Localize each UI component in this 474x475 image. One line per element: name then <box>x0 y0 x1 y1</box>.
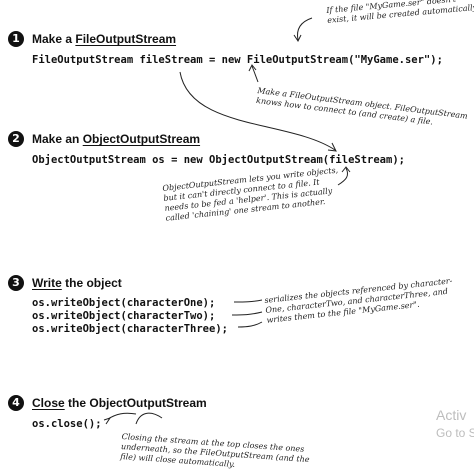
watermark-line-2: Go to S <box>436 426 474 440</box>
arrow-serialize-2 <box>231 311 263 316</box>
step-2-title: Make an ObjectOutputStream <box>32 132 200 146</box>
arrow-object-stream-head <box>341 166 351 173</box>
code-step-2: ObjectOutputStream os = new ObjectOutput… <box>32 154 405 166</box>
step-1-prefix: Make a <box>32 32 76 46</box>
code-step-3-line-3: os.writeObject(characterThree); <box>32 323 228 335</box>
step-2-badge: 2 <box>8 131 24 147</box>
step-1-keyword: FileOutputStream <box>75 32 177 46</box>
step-1-title: Make a FileOutputStream <box>32 32 176 46</box>
watermark-line-1: Activ <box>436 407 467 423</box>
step-1-badge: 1 <box>8 31 24 47</box>
step-4-badge: 4 <box>8 395 24 411</box>
step-3-badge: 3 <box>8 275 24 291</box>
step-3-suffix: the object <box>61 276 122 290</box>
step-4-suffix: the ObjectOutputStream <box>64 396 207 410</box>
code-step-3-line-2: os.writeObject(characterTwo); <box>32 310 216 322</box>
step-2-keyword: ObjectOutputStream <box>82 132 201 146</box>
step-4-title: Close the ObjectOutputStream <box>32 396 207 410</box>
step-2-prefix: Make an <box>32 132 83 146</box>
arrow-closing <box>135 412 163 425</box>
arrow-serialize-3 <box>237 321 263 328</box>
code-step-3-line-1: os.writeObject(characterOne); <box>32 297 216 309</box>
step-3-title: Write the object <box>32 276 122 290</box>
arrow-closing-line <box>107 412 137 420</box>
code-step-1: FileOutputStream fileStream = new FileOu… <box>32 54 443 66</box>
step-4-keyword: Close <box>32 396 65 410</box>
step-3-keyword: Write <box>32 276 62 290</box>
arrow-serialize-1 <box>233 299 263 303</box>
code-step-4: os.close(); <box>32 418 102 430</box>
